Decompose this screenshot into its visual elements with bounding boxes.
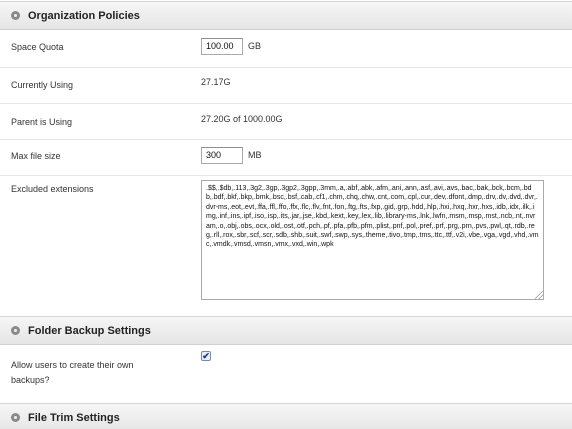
folder-backup-title: Folder Backup Settings bbox=[28, 324, 151, 337]
divider bbox=[0, 175, 572, 176]
folder-backup-header[interactable]: Folder Backup Settings bbox=[0, 316, 572, 345]
allow-backups-checkbox[interactable]: ✔ bbox=[201, 351, 211, 361]
currently-using-value: 27.17G bbox=[201, 77, 231, 87]
space-quota-input[interactable]: 100.00 bbox=[201, 38, 243, 55]
org-policies-title: Organization Policies bbox=[28, 9, 140, 22]
currently-using-row: Currently Using 27.17G bbox=[0, 67, 572, 103]
currently-using-label: Currently Using bbox=[11, 80, 74, 90]
resize-grip-icon[interactable] bbox=[535, 291, 543, 299]
file-trim-header[interactable]: File Trim Settings bbox=[0, 403, 572, 429]
allow-backups-label: Allow users to create their own backups? bbox=[11, 360, 134, 385]
parent-using-row: Parent is Using 27.20G of 1000.00G bbox=[0, 103, 572, 139]
space-quota-row: Space Quota 100.00 GB bbox=[0, 30, 572, 67]
gear-icon bbox=[11, 11, 20, 20]
excluded-extensions-textarea[interactable]: .$$,.$db,.113,.3g2,.3gp,.3gp2,.3gpp,.3mm… bbox=[201, 180, 544, 300]
gear-icon bbox=[11, 326, 20, 335]
max-file-size-input[interactable]: 300 bbox=[201, 147, 243, 164]
max-file-size-unit: MB bbox=[248, 150, 262, 160]
org-policies-header[interactable]: Organization Policies bbox=[0, 1, 572, 30]
parent-using-value: 27.20G of 1000.00G bbox=[201, 114, 283, 124]
max-file-size-row: Max file size 300 MB bbox=[0, 139, 572, 175]
parent-using-label: Parent is Using bbox=[11, 117, 73, 127]
file-trim-title: File Trim Settings bbox=[28, 411, 120, 424]
excluded-extensions-label: Excluded extensions bbox=[11, 184, 94, 194]
space-quota-unit: GB bbox=[248, 41, 262, 51]
max-file-size-label: Max file size bbox=[11, 151, 61, 161]
gear-icon bbox=[11, 413, 20, 422]
space-quota-label: Space Quota bbox=[11, 42, 64, 52]
